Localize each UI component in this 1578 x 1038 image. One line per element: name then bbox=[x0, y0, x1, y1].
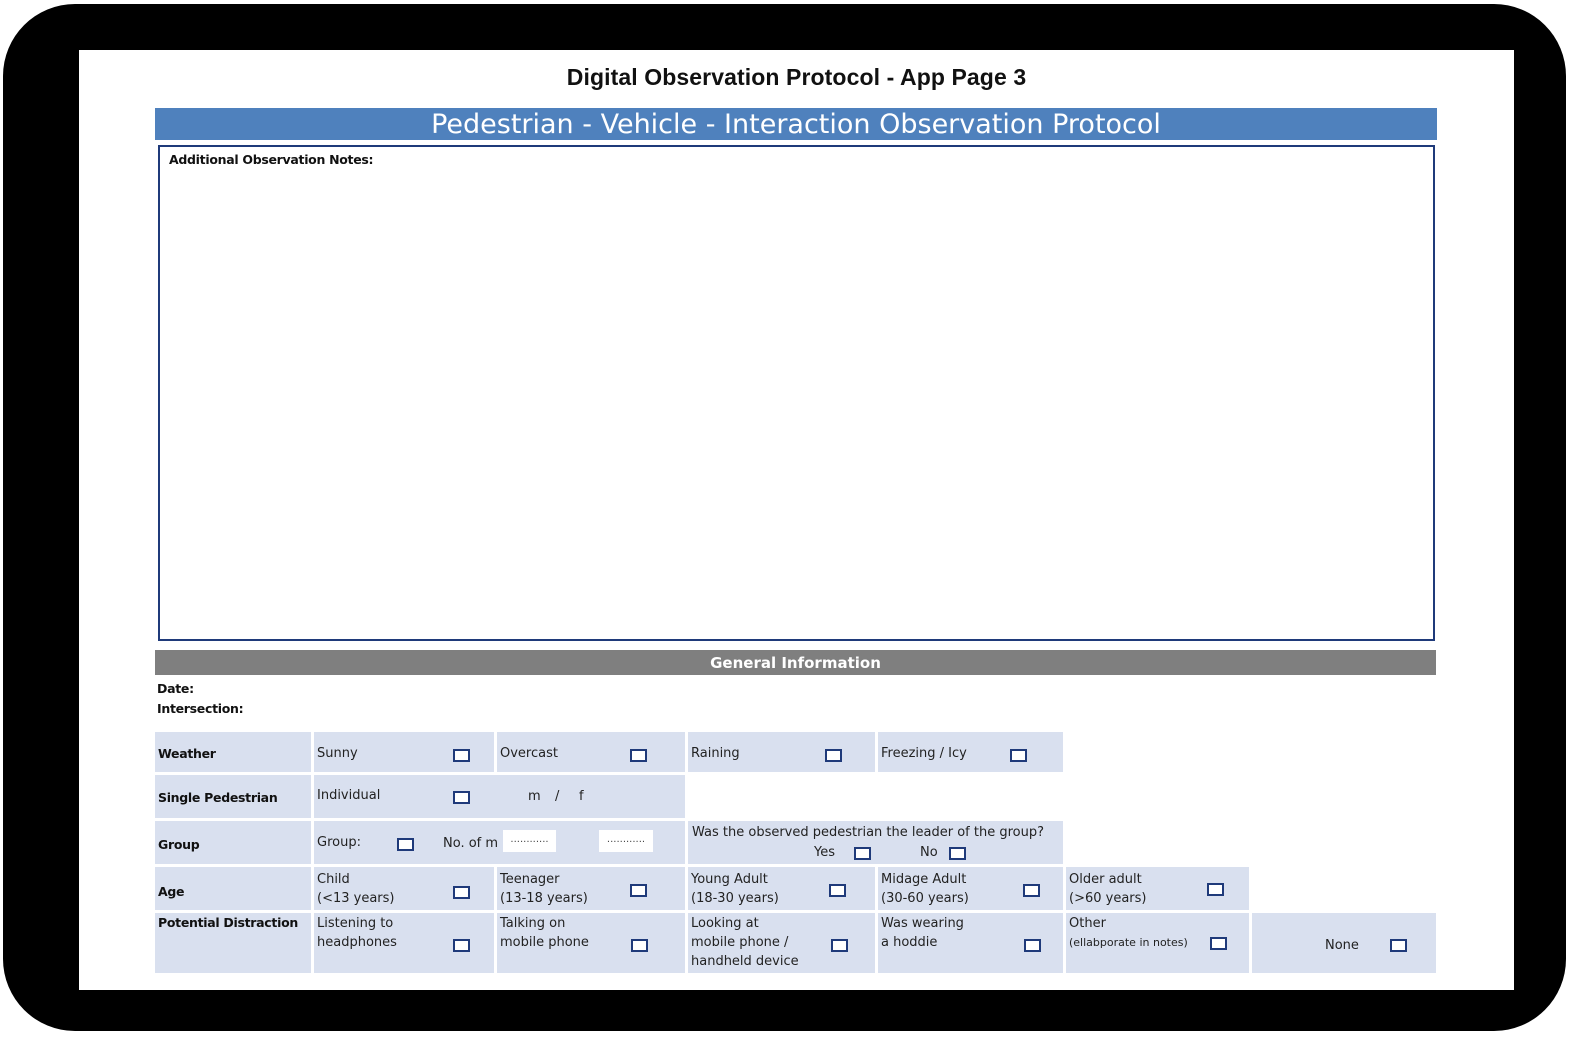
midage-adult-checkbox[interactable] bbox=[1023, 884, 1040, 897]
distraction-option-talking: Talking on mobile phone bbox=[497, 913, 685, 973]
weather-label: Weather bbox=[158, 746, 216, 761]
leader-no-checkbox[interactable] bbox=[949, 847, 966, 860]
looking-phone-checkbox[interactable] bbox=[831, 939, 848, 952]
group-checkbox[interactable] bbox=[397, 838, 414, 851]
weather-option-label: Raining bbox=[691, 746, 740, 761]
individual-label: Individual bbox=[317, 788, 381, 803]
distraction-option-headphones: Listening to headphones bbox=[314, 913, 494, 973]
gender-m-label[interactable]: m bbox=[528, 789, 541, 804]
tablet-screen: Digital Observation Protocol - App Page … bbox=[79, 50, 1514, 990]
group-count-f-input[interactable]: ............ bbox=[599, 830, 653, 852]
age-option-child: Child (<13 years) bbox=[314, 867, 494, 910]
gender-slash: / bbox=[555, 789, 560, 804]
group-option-label: Group: bbox=[317, 835, 361, 850]
headphones-checkbox[interactable] bbox=[453, 939, 470, 952]
age-option-text: Young Adult (18-30 years) bbox=[691, 872, 779, 906]
distraction-option-none: None bbox=[1252, 913, 1436, 973]
weather-option-freezing: Freezing / Icy bbox=[878, 732, 1063, 772]
distraction-option-text: Other (ellabporate in notes) bbox=[1069, 916, 1188, 949]
weather-option-raining: Raining bbox=[688, 732, 875, 772]
distraction-row-header: Potential Distraction bbox=[155, 913, 311, 973]
intersection-label: Intersection: bbox=[157, 701, 244, 716]
weather-option-label: Overcast bbox=[500, 746, 558, 761]
none-label: None bbox=[1325, 938, 1359, 953]
distraction-option-text: Talking on mobile phone bbox=[500, 916, 589, 950]
leader-no-label: No bbox=[920, 845, 938, 860]
leader-yes-label: Yes bbox=[814, 845, 835, 860]
age-option-text: Midage Adult (30-60 years) bbox=[881, 872, 969, 906]
weather-option-label: Freezing / Icy bbox=[881, 746, 967, 761]
leader-yes-checkbox[interactable] bbox=[854, 847, 871, 860]
date-label: Date: bbox=[157, 681, 194, 696]
notes-label: Additional Observation Notes: bbox=[169, 152, 374, 167]
page-title: Digital Observation Protocol - App Page … bbox=[566, 64, 1027, 90]
older-adult-checkbox[interactable] bbox=[1207, 883, 1224, 896]
sunny-checkbox[interactable] bbox=[453, 749, 470, 762]
age-option-text: Older adult (>60 years) bbox=[1069, 872, 1147, 906]
overcast-checkbox[interactable] bbox=[630, 749, 647, 762]
age-option-midage-adult: Midage Adult (30-60 years) bbox=[878, 867, 1063, 910]
child-checkbox[interactable] bbox=[453, 886, 470, 899]
talking-phone-checkbox[interactable] bbox=[631, 939, 648, 952]
none-checkbox[interactable] bbox=[1390, 939, 1407, 952]
age-option-text: Teenager (13-18 years) bbox=[500, 872, 588, 906]
gender-f-label[interactable]: f bbox=[579, 789, 584, 804]
group-label: Group bbox=[158, 837, 200, 852]
teenager-checkbox[interactable] bbox=[630, 884, 647, 897]
observation-notes-area[interactable]: Additional Observation Notes: bbox=[158, 145, 1435, 641]
weather-option-sunny: Sunny bbox=[314, 732, 494, 772]
group-leader-question-cell: Was the observed pedestrian the leader o… bbox=[688, 821, 1063, 864]
distraction-option-text: Was wearing a hoddie bbox=[881, 916, 964, 950]
single-pedestrian-label: Single Pedestrian bbox=[158, 790, 278, 805]
hoodie-checkbox[interactable] bbox=[1024, 939, 1041, 952]
single-pedestrian-options: Individual m / f bbox=[314, 775, 685, 818]
age-option-teenager: Teenager (13-18 years) bbox=[497, 867, 685, 910]
age-option-older-adult: Older adult (>60 years) bbox=[1066, 867, 1249, 910]
tablet-frame: Digital Observation Protocol - App Page … bbox=[3, 4, 1566, 1031]
distraction-option-other: Other (ellabporate in notes) bbox=[1066, 913, 1249, 973]
weather-option-label: Sunny bbox=[317, 746, 358, 761]
leader-question-text: Was the observed pedestrian the leader o… bbox=[692, 825, 1044, 840]
distraction-label: Potential Distraction bbox=[158, 915, 298, 930]
group-count-m-input[interactable]: ............ bbox=[503, 830, 556, 852]
individual-checkbox[interactable] bbox=[453, 791, 470, 804]
distraction-option-text: Listening to headphones bbox=[317, 916, 397, 950]
young-adult-checkbox[interactable] bbox=[829, 884, 846, 897]
group-row-header: Group bbox=[155, 821, 311, 864]
general-information-header: General Information bbox=[155, 650, 1436, 675]
age-row-header: Age bbox=[155, 867, 311, 910]
other-checkbox[interactable] bbox=[1210, 937, 1227, 950]
freezing-checkbox[interactable] bbox=[1010, 749, 1027, 762]
single-pedestrian-row-header: Single Pedestrian bbox=[155, 775, 311, 818]
weather-option-overcast: Overcast bbox=[497, 732, 685, 772]
weather-row-header: Weather bbox=[155, 732, 311, 772]
raining-checkbox[interactable] bbox=[825, 749, 842, 762]
age-label: Age bbox=[158, 884, 185, 899]
distraction-option-looking: Looking at mobile phone / handheld device bbox=[688, 913, 875, 973]
protocol-banner: Pedestrian - Vehicle - Interaction Obser… bbox=[155, 108, 1437, 140]
group-count-label: No. of m bbox=[443, 836, 499, 851]
distraction-option-text: Looking at mobile phone / handheld device bbox=[691, 916, 799, 969]
age-option-text: Child (<13 years) bbox=[317, 872, 395, 906]
age-option-young-adult: Young Adult (18-30 years) bbox=[688, 867, 875, 910]
distraction-option-hoodie: Was wearing a hoddie bbox=[878, 913, 1063, 973]
group-options: Group: No. of m ............ ...........… bbox=[314, 821, 685, 864]
